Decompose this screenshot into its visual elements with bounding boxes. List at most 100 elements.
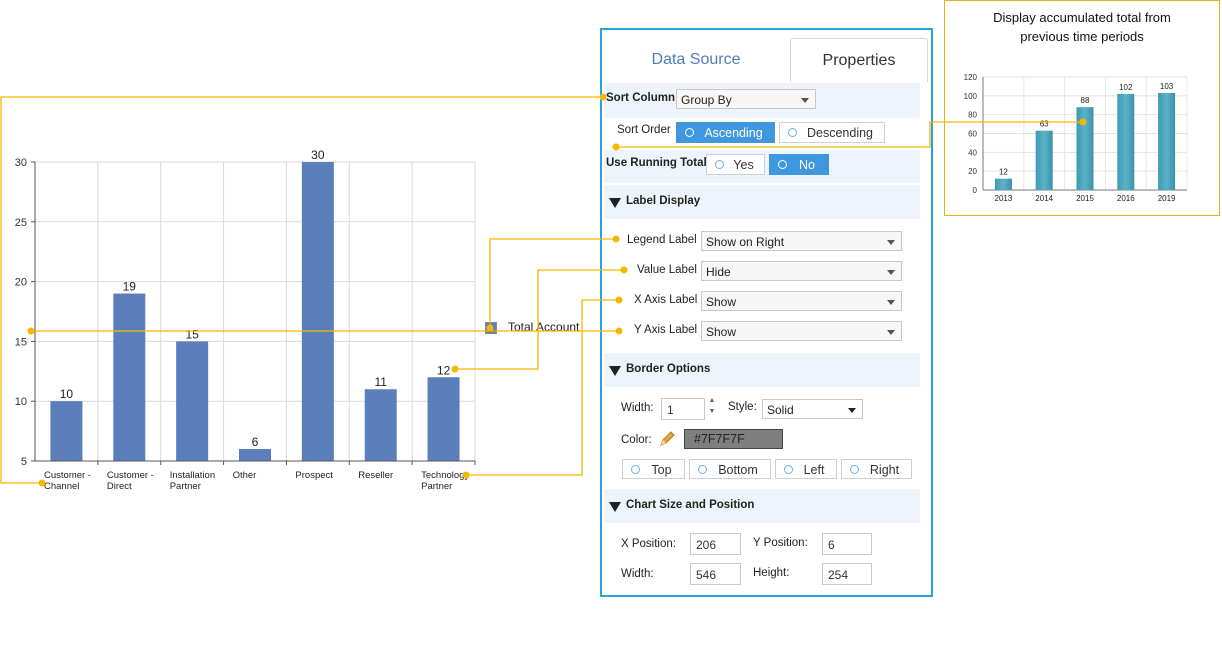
value-label-select[interactable]: Hide: [701, 261, 902, 281]
bar-other: [239, 449, 271, 461]
sort-order-ascending[interactable]: Ascending: [676, 122, 775, 143]
inset-value-label: 103: [1160, 82, 1174, 91]
inset-value-label: 88: [1081, 96, 1090, 105]
chevron-down-icon: [801, 98, 809, 103]
tab-properties[interactable]: Properties: [790, 38, 928, 82]
inset-y-tick-label: 100: [964, 92, 978, 101]
border-width-label: Width:: [621, 402, 654, 414]
y-tick-label: 5: [21, 456, 27, 468]
inset-y-tick-label: 60: [968, 130, 977, 139]
x-tick-label: Installation Partner: [170, 470, 215, 492]
sort-column-value: Group By: [681, 93, 732, 107]
border-side-right[interactable]: Right: [841, 459, 912, 479]
y-tick-label: 20: [15, 277, 27, 289]
x-tick-label: Customer -Channel: [44, 470, 91, 492]
y-tick-label: 15: [15, 336, 27, 348]
width-label: Width:: [621, 568, 654, 580]
bar-installation-partner: [176, 341, 209, 461]
value-label: 12: [437, 363, 451, 377]
y-axis-label-label: Y Axis Label: [634, 324, 698, 336]
inset-x-tick-label: 2014: [1035, 194, 1053, 203]
bar-customer-direct: [113, 293, 146, 461]
value-label: 30: [311, 148, 325, 162]
chevron-down-icon: [887, 240, 895, 245]
chevron-down-icon: [887, 330, 895, 335]
legend-label-select[interactable]: Show on Right: [701, 231, 902, 251]
inset-bar-2015: [1076, 107, 1094, 190]
sort-column-select[interactable]: Group By: [676, 89, 816, 109]
border-side-bottom[interactable]: Bottom: [689, 459, 771, 479]
x-position-label: X Position:: [621, 538, 676, 550]
running-total-callout: Display accumulated total from previous …: [944, 0, 1220, 216]
border-color-label: Color:: [621, 434, 652, 446]
inset-x-tick-label: 2016: [1117, 194, 1135, 203]
y-position-label: Y Position:: [753, 537, 808, 549]
inset-y-tick-label: 80: [968, 111, 977, 120]
tab-data-source[interactable]: Data Source: [612, 40, 780, 80]
value-label: 6: [252, 435, 259, 449]
sort-order-label: Sort Order: [617, 124, 671, 136]
main-bar-chart: 5 10 15 20 25 30 10 Customer -Channel 19 Customer…: [15, 148, 476, 492]
width-input[interactable]: 546: [690, 563, 741, 585]
y-axis-label-select[interactable]: Show: [701, 321, 902, 341]
running-total-label: Use Running Total: [606, 157, 707, 169]
spinner-up-icon[interactable]: ▲: [708, 397, 716, 405]
spinner-down-icon[interactable]: ▼: [708, 408, 716, 416]
x-position-input[interactable]: 206: [690, 533, 741, 555]
label-display-header[interactable]: Label Display: [604, 185, 920, 219]
triangle-down-icon: [609, 502, 621, 512]
inset-y-tick-label: 40: [968, 148, 977, 157]
running-total-no[interactable]: No: [769, 154, 829, 175]
inset-bar-2013: [994, 178, 1012, 190]
value-label-label: Value Label: [637, 264, 697, 276]
chart-size-header[interactable]: Chart Size and Position: [604, 489, 920, 523]
border-style-select[interactable]: Solid: [762, 399, 863, 419]
chevron-down-icon: [848, 408, 856, 413]
inset-y-tick-label: 0: [973, 186, 978, 195]
pencil-icon[interactable]: [658, 430, 676, 448]
border-side-top[interactable]: Top: [622, 459, 685, 479]
value-label: 11: [374, 375, 387, 389]
sort-column-label: Sort Column: [606, 92, 675, 104]
inset-x-tick-label: 2015: [1076, 194, 1094, 203]
triangle-down-icon: [609, 198, 621, 208]
y-position-input[interactable]: 6: [822, 533, 872, 555]
x-tick-label: Other: [233, 470, 257, 481]
inset-x-tick-label: 2013: [995, 194, 1013, 203]
y-tick-label: 10: [15, 396, 27, 408]
value-label: 10: [60, 387, 74, 401]
inset-value-label: 12: [999, 168, 1008, 177]
chevron-down-icon: [887, 300, 895, 305]
y-tick-label: 30: [15, 157, 27, 169]
properties-panel: Data Source Properties Sort Column Group…: [600, 28, 933, 597]
height-input[interactable]: 254: [822, 563, 872, 585]
bar-technology-partner: [427, 377, 460, 461]
border-options-header[interactable]: Border Options: [604, 353, 920, 387]
triangle-down-icon: [609, 366, 621, 376]
legend-label: Total Account: [508, 320, 580, 334]
value-label: 15: [185, 327, 199, 341]
running-total-bar-chart: 0 20 40 60 80 100 120 12 2013 63 2014 88 2015 102 2016…: [964, 73, 1188, 203]
legend-label-label: Legend Label: [627, 234, 697, 246]
x-tick-label: Technology Partner: [421, 470, 469, 492]
inset-value-label: 102: [1119, 83, 1133, 92]
inset-y-tick-label: 120: [964, 73, 978, 82]
border-side-left[interactable]: Left: [775, 459, 837, 479]
sort-order-descending[interactable]: Descending: [779, 122, 885, 143]
inset-bar-2014: [1035, 130, 1053, 190]
x-axis-label-label: X Axis Label: [634, 294, 698, 306]
running-total-yes[interactable]: Yes: [706, 154, 765, 175]
x-tick-label: Customer -Direct: [107, 470, 154, 492]
bar-customer-channel: [50, 401, 83, 461]
chevron-down-icon: [887, 270, 895, 275]
value-label: 19: [123, 280, 137, 294]
x-axis-label-select[interactable]: Show: [701, 291, 902, 311]
border-width-input[interactable]: 1: [661, 398, 705, 420]
inset-bar-2019: [1158, 93, 1176, 190]
bar-reseller: [364, 389, 397, 461]
border-color-swatch[interactable]: #7F7F7F: [684, 429, 783, 449]
legend-swatch: [485, 322, 497, 334]
bar-prospect: [301, 162, 334, 461]
height-label: Height:: [753, 567, 790, 579]
y-tick-label: 25: [15, 217, 27, 229]
